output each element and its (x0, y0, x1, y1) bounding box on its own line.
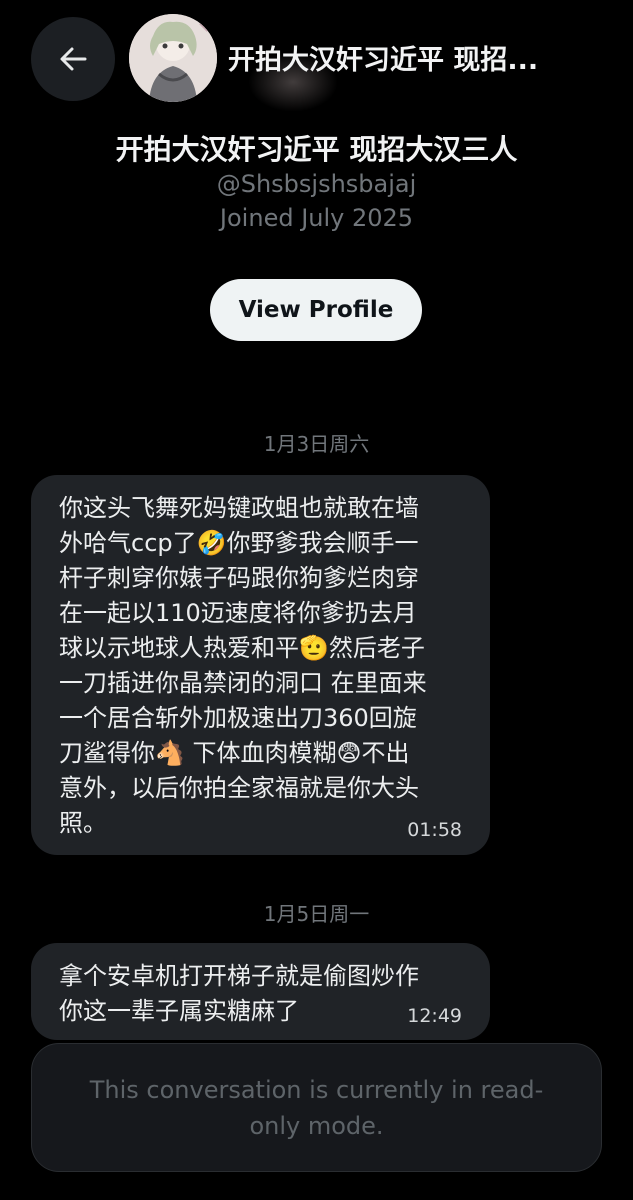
profile-joined-date: Joined July 2025 (219, 204, 414, 232)
message-text: 拿个安卓机打开梯子就是偷图炒作 你这一辈子属实糖麻了 (59, 959, 459, 1029)
view-profile-button[interactable]: View Profile (210, 279, 422, 341)
profile-name: 开拍大汉奸习近平 现招大汉三人 (115, 133, 518, 166)
message-line: 一刀插进你晶禁闭的洞口 在里面来 (59, 669, 427, 697)
message-bubble[interactable]: 你这头飞舞死妈键政蛆也就敢在墙 外哈气ccp了🤣你野爹我会顺手一 杆子刺穿你婊子… (31, 475, 490, 855)
message-line: 杆子刺穿你婊子码跟你狗爹烂肉穿 (59, 564, 419, 592)
message-line: 外哈气ccp了🤣你野爹我会顺手一 (59, 529, 419, 557)
message-line: 球以示地球人热爱和平🫡然后老子 (59, 634, 425, 662)
message-line: 一个居合斩外加极速出刀360回旋 (59, 704, 417, 732)
message-line: 在一起以110迈速度将你爹扔去月 (59, 599, 417, 627)
message-line: 你这一辈子属实糖麻了 (59, 997, 299, 1025)
message-line: 刀鲨得你🐴 下体血肉模糊😨不出 (59, 739, 410, 767)
message-text: 你这头飞舞死妈键政蛆也就敢在墙 外哈气ccp了🤣你野爹我会顺手一 杆子刺穿你婊子… (59, 491, 459, 841)
read-only-text: This conversation is currently in read-o… (89, 1075, 544, 1140)
message-line: 拿个安卓机打开梯子就是偷图炒作 (59, 962, 419, 990)
avatar[interactable] (129, 14, 217, 102)
message-line: 你这头飞舞死妈键政蛆也就敢在墙 (59, 494, 419, 522)
read-only-notice: This conversation is currently in read-o… (31, 1043, 602, 1172)
message-bubble[interactable]: 拿个安卓机打开梯子就是偷图炒作 你这一辈子属实糖麻了 12:49 (31, 943, 490, 1040)
message-timestamp: 01:58 (407, 819, 462, 841)
back-button[interactable] (31, 17, 115, 101)
profile-handle: @Shsbsjshsbajaj (216, 170, 417, 198)
message-timestamp: 12:49 (407, 1005, 462, 1027)
conversation-header: 开拍大汉奸习近平 现招... (0, 0, 633, 120)
message-line: 照。 (59, 809, 107, 837)
arrow-left-icon (60, 47, 87, 71)
header-title[interactable]: 开拍大汉奸习近平 现招... (228, 38, 618, 77)
date-separator: 1月3日周六 (263, 432, 370, 456)
message-line: 意外，以后你拍全家福就是你大头 (59, 774, 419, 802)
date-separator: 1月5日周一 (263, 902, 370, 926)
